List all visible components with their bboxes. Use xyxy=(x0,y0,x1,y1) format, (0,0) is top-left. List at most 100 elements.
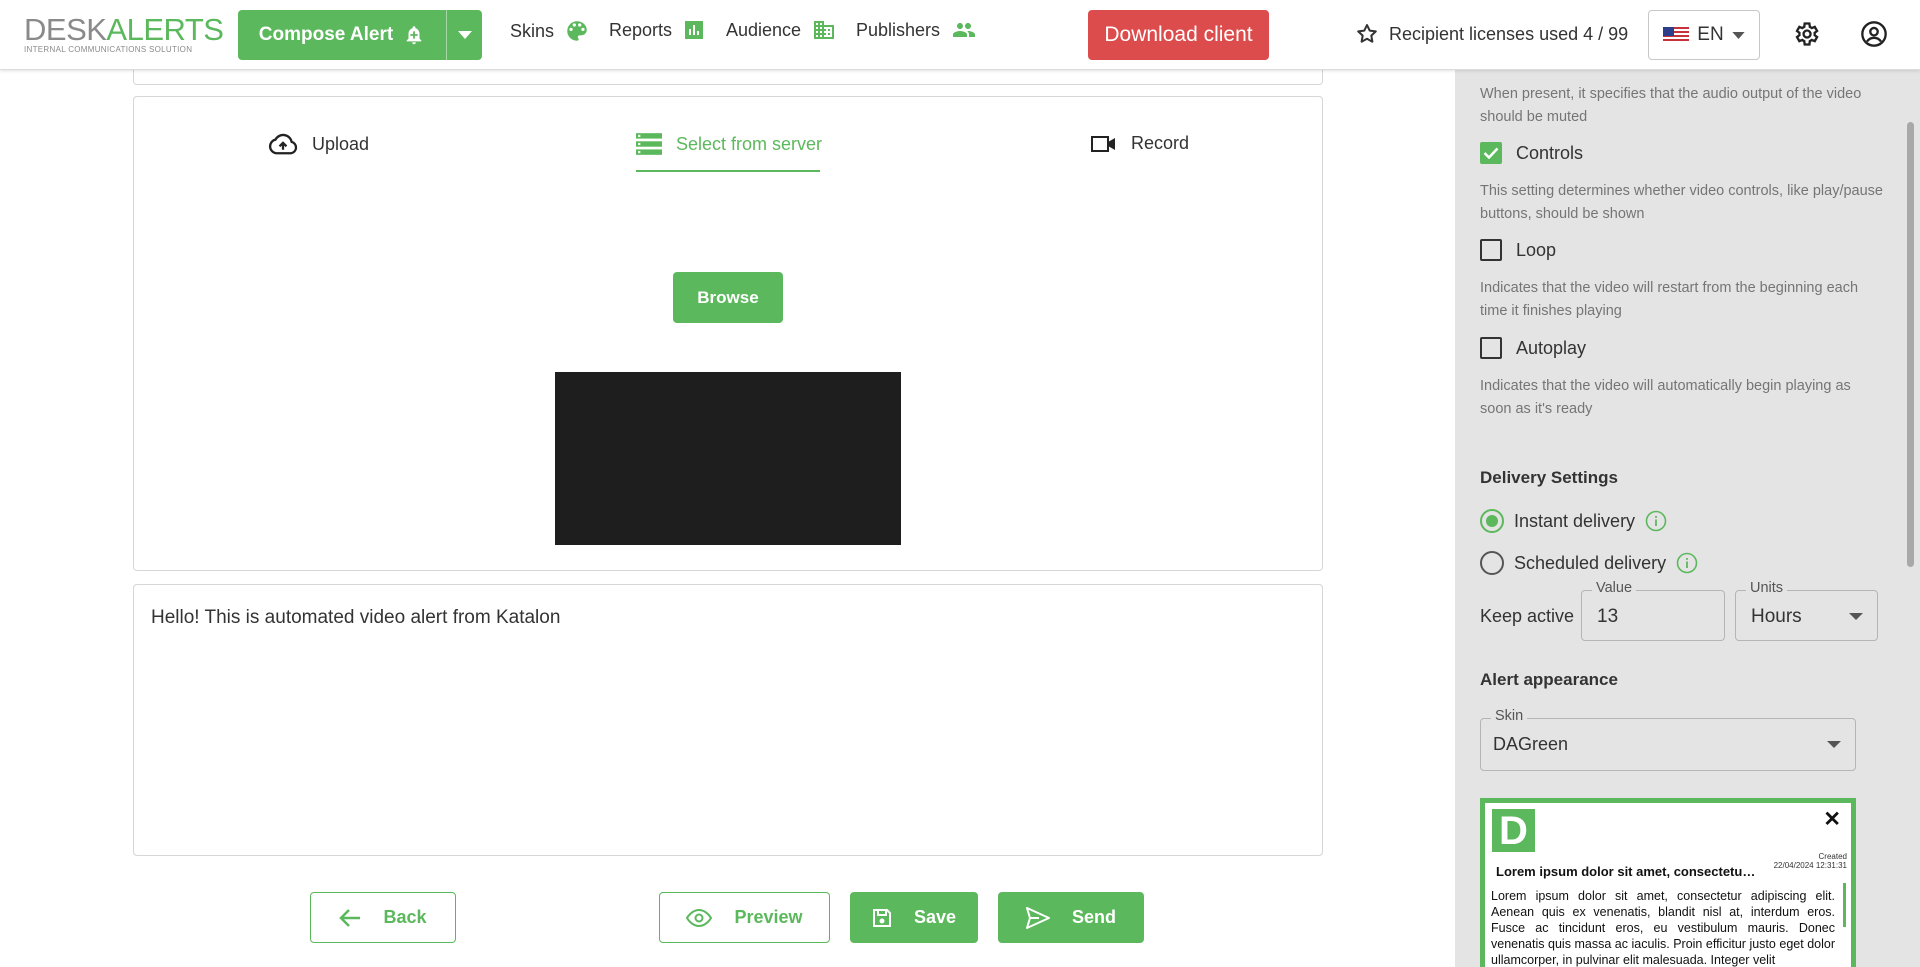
skin-select[interactable]: Skin DAGreen xyxy=(1480,708,1856,771)
controls-description: This setting determines whether video co… xyxy=(1480,183,1883,222)
eye-icon xyxy=(686,908,713,927)
controls-label: Controls xyxy=(1516,142,1584,163)
alert-text-editor[interactable]: Hello! This is automated video alert fro… xyxy=(133,584,1323,856)
top-navbar: DESKALERTS INTERNAL COMMUNICATIONS SOLUT… xyxy=(0,0,1920,70)
tab-record[interactable]: Record xyxy=(1091,133,1189,154)
arrow-left-icon xyxy=(339,908,361,927)
nav-audience[interactable]: Audience xyxy=(726,18,837,42)
save-button[interactable]: Save xyxy=(850,892,978,943)
nav-audience-label: Audience xyxy=(726,19,802,40)
caret-down-icon xyxy=(457,31,472,39)
checkbox-unchecked-icon xyxy=(1480,239,1502,261)
skin-field-label: Skin xyxy=(1491,708,1528,724)
checkbox-unchecked-icon xyxy=(1480,337,1502,359)
floppy-disk-icon xyxy=(872,908,891,927)
bar-chart-icon xyxy=(685,21,704,39)
delivery-settings-title: Delivery Settings xyxy=(1480,468,1618,487)
nav-reports[interactable]: Reports xyxy=(609,18,706,42)
info-icon[interactable] xyxy=(1645,510,1667,532)
alert-text-content: Hello! This is automated video alert fro… xyxy=(151,607,561,628)
info-icon[interactable] xyxy=(1676,552,1698,574)
palette-icon xyxy=(567,21,587,41)
nav-skins-label: Skins xyxy=(510,20,555,41)
tab-select-from-server[interactable]: Select from server xyxy=(636,133,822,155)
close-icon: ✕ xyxy=(1823,808,1841,831)
sidebar-scrollbar[interactable] xyxy=(1907,122,1914,567)
keep-active-units-value: Hours xyxy=(1751,606,1802,627)
keep-active-label: Keep active xyxy=(1480,606,1575,626)
logo-alerts-text: ALERTS xyxy=(106,12,224,47)
active-tab-indicator xyxy=(636,170,820,172)
tab-select-from-server-label: Select from server xyxy=(676,133,823,154)
controls-checkbox[interactable]: Controls xyxy=(1480,142,1583,164)
caret-down-icon xyxy=(1732,31,1745,39)
nav-reports-label: Reports xyxy=(609,19,673,40)
skin-preview-body: Lorem ipsum dolor sit amet, consectetur … xyxy=(1491,889,1835,967)
media-selection-card: Upload Select from server Record Browse xyxy=(133,96,1323,571)
autoplay-checkbox[interactable]: Autoplay xyxy=(1480,337,1586,359)
loop-description: Indicates that the video will restart fr… xyxy=(1480,280,1859,319)
radio-selected-icon xyxy=(1480,509,1504,533)
preview-button[interactable]: Preview xyxy=(659,892,830,943)
scheduled-delivery-label: Scheduled delivery xyxy=(1514,552,1667,573)
units-field-label: Units xyxy=(1746,580,1788,596)
back-label: Back xyxy=(383,907,427,927)
download-client-button[interactable]: Download client xyxy=(1088,10,1269,60)
videocam-icon xyxy=(1091,135,1115,152)
skin-created: Created 22/04/2024 12:31:31 xyxy=(1774,852,1847,870)
preview-label: Preview xyxy=(734,907,803,927)
instant-delivery-radio[interactable]: Instant delivery xyxy=(1480,509,1667,533)
skin-preview-scrollbar xyxy=(1843,883,1846,927)
bell-plus-icon xyxy=(406,26,422,45)
us-flag-icon xyxy=(1663,27,1690,43)
skin-created-label: Created xyxy=(1818,852,1847,861)
recipient-licenses-text: Recipient licenses used 4 / 99 xyxy=(1389,23,1629,44)
keep-active-value: 13 xyxy=(1597,606,1619,627)
building-icon xyxy=(814,21,835,39)
compose-dropdown-toggle[interactable] xyxy=(446,10,482,60)
nav-publishers-label: Publishers xyxy=(856,19,941,40)
back-button[interactable]: Back xyxy=(310,892,456,943)
deskalerts-logo[interactable]: DESKALERTS INTERNAL COMMUNICATIONS SOLUT… xyxy=(24,12,224,55)
autoplay-label: Autoplay xyxy=(1516,337,1587,358)
scheduled-delivery-radio[interactable]: Scheduled delivery xyxy=(1480,551,1698,575)
value-field-label: Value xyxy=(1592,580,1637,596)
paper-plane-icon xyxy=(1025,906,1050,929)
save-label: Save xyxy=(913,907,957,927)
alert-appearance-title: Alert appearance xyxy=(1480,670,1618,689)
compose-alert-button[interactable]: Compose Alert xyxy=(238,10,482,60)
cloud-upload-icon xyxy=(268,133,298,155)
tab-upload-label: Upload xyxy=(312,133,370,154)
tab-upload[interactable]: Upload xyxy=(268,133,369,155)
star-outline-icon xyxy=(1357,24,1377,43)
skin-value: DAGreen xyxy=(1493,734,1569,754)
keep-active-value-input[interactable]: Value 13 xyxy=(1581,580,1725,641)
video-preview[interactable] xyxy=(555,372,901,545)
compose-alert-main[interactable]: Compose Alert xyxy=(238,10,446,60)
loop-checkbox[interactable]: Loop xyxy=(1480,239,1556,261)
logo-desk-text: DESK xyxy=(24,12,107,47)
caret-down-icon xyxy=(1849,613,1863,620)
muted-description: When present, it specifies that the audi… xyxy=(1480,86,1862,125)
gear-icon[interactable] xyxy=(1792,20,1820,48)
browse-button[interactable]: Browse xyxy=(673,272,783,323)
skin-preview-title: Lorem ipsum dolor sit amet, consectetur … xyxy=(1496,864,1756,879)
radio-unselected-icon xyxy=(1480,551,1504,575)
server-icon xyxy=(636,133,662,155)
settings-sidebar: When present, it specifies that the audi… xyxy=(1455,70,1920,967)
tab-record-label: Record xyxy=(1131,133,1190,153)
skin-preview: D ✕ Created 22/04/2024 12:31:31 Lorem ip… xyxy=(1480,798,1856,967)
language-select[interactable]: EN xyxy=(1648,10,1760,60)
nav-skins[interactable]: Skins xyxy=(510,18,590,44)
keep-active-units-select[interactable]: Units Hours xyxy=(1735,580,1878,641)
send-label: Send xyxy=(1071,907,1116,927)
instant-delivery-label: Instant delivery xyxy=(1514,510,1636,531)
recipient-licenses: Recipient licenses used 4 / 99 xyxy=(1355,22,1628,46)
nav-publishers[interactable]: Publishers xyxy=(856,18,978,42)
account-circle-icon[interactable] xyxy=(1860,20,1888,48)
checkbox-checked-icon xyxy=(1480,142,1502,164)
compose-alert-label: Compose Alert xyxy=(258,24,394,45)
send-button[interactable]: Send xyxy=(998,892,1144,943)
autoplay-description: Indicates that the video will automatica… xyxy=(1480,378,1851,417)
language-value: EN xyxy=(1697,24,1724,45)
